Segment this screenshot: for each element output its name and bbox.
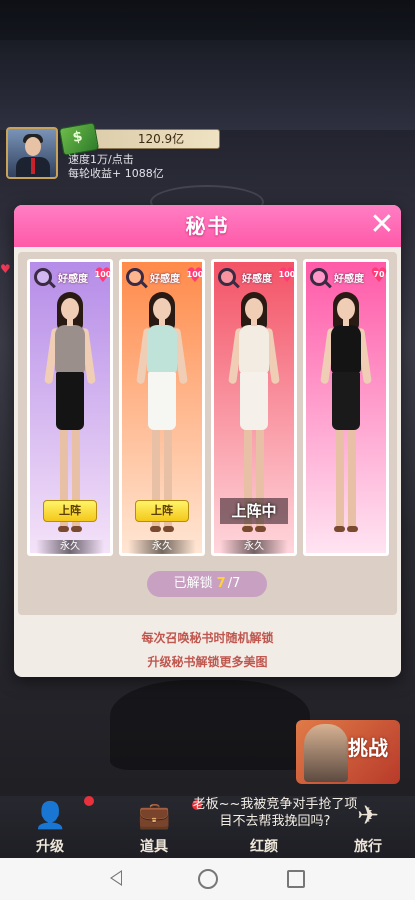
affinity-label: 好感度 (242, 274, 272, 285)
hint-upgrade-unlock: 升级秘书解锁更多美图 (147, 655, 268, 669)
money-bar: 120.9亿 (58, 122, 220, 156)
deploy-button[interactable]: 上阵 (135, 500, 189, 522)
secretary-portrait: 好感度 100 上阵中 永久 (214, 262, 296, 554)
briefcase-icon: 💼 (138, 801, 171, 831)
secretary-speech: 老板~~我被竞争对手抢了项目不去帮我挽回吗? (192, 797, 358, 829)
figure-head (61, 298, 79, 320)
figure-skirt (56, 372, 84, 430)
figure-shoe (58, 526, 69, 532)
figure-head (337, 298, 355, 320)
figure-head (245, 298, 263, 320)
magnify-icon[interactable] (34, 268, 52, 286)
magnify-icon[interactable] (218, 268, 236, 286)
figure-skirt (240, 372, 268, 430)
heart-icon: 70 (370, 263, 388, 287)
nav-label: 道具 (140, 839, 168, 855)
avatar-tie (31, 158, 35, 174)
figure-leg (336, 428, 344, 528)
affinity-value: 100 (94, 270, 112, 279)
rival-portrait (304, 724, 348, 782)
system-nav-bar (0, 858, 415, 900)
affinity-label: 好感度 (150, 274, 180, 285)
figure-shoe (334, 526, 345, 532)
figure-leg (348, 428, 356, 528)
heart-icon: 100 (94, 263, 112, 287)
affinity-value: 70 (373, 270, 385, 279)
figure-shoe (163, 526, 174, 532)
figure-top (55, 325, 85, 373)
secretary-portrait: 好感度 100 上阵 永久 (30, 262, 112, 554)
affinity-label: 好感度 (58, 274, 88, 285)
back-icon[interactable] (110, 870, 122, 886)
close-icon[interactable]: ✕ (366, 209, 398, 241)
upgrade-person-icon: 👤 (34, 801, 67, 831)
challenge-button[interactable]: 挑战 (296, 720, 400, 784)
figure-head (153, 298, 171, 320)
magnify-icon[interactable] (310, 268, 328, 286)
unlock-counter: 已解锁 7/7 (147, 571, 267, 597)
avatar-head (25, 137, 41, 156)
figure-shoe (150, 526, 161, 532)
duration-label: 永久 (220, 540, 288, 554)
secretary-portrait: 好感度 100 上阵 永久 (122, 262, 204, 554)
nav-label: 红颜 (250, 839, 278, 855)
secretary-card[interactable]: 好感度 100 上阵 永久 (27, 259, 113, 556)
duration-label: 永久 (36, 540, 104, 554)
affinity-value: 100 (186, 270, 204, 279)
unlock-total: /7 (227, 576, 241, 591)
hint-random-unlock: 每次召唤秘书时随机解锁 (141, 631, 274, 645)
secretary-card[interactable]: 好感度 100 上阵 永久 (119, 259, 205, 556)
duration-label: 永久 (128, 540, 196, 554)
money-value: 120.9亿 (137, 132, 185, 146)
figure-top (147, 325, 177, 373)
secretary-figure (306, 262, 386, 553)
modal-title: 秘书 (185, 214, 230, 238)
home-icon[interactable] (198, 869, 218, 889)
nav-label: 升级 (36, 839, 64, 855)
unlock-label: 已解锁 (173, 576, 213, 591)
figure-shoe (255, 526, 266, 532)
scene-floor (110, 680, 310, 770)
modal-header: 秘书 ✕ (14, 205, 401, 247)
figure-skirt (332, 372, 360, 430)
affinity-value: 100 (278, 270, 296, 279)
notification-dot (84, 796, 94, 806)
figure-shoe (347, 526, 358, 532)
secretary-card[interactable]: 好感度 70 (303, 259, 389, 556)
affinity-label: 好感度 (334, 274, 364, 285)
heart-icon: 100 (278, 263, 296, 287)
secretary-portrait: 好感度 70 (306, 262, 388, 553)
challenge-label: 挑战 (348, 736, 388, 760)
secretary-modal: 秘书 ✕ 好感度 ♥ 100 上阵 永久 好感度 ♥ 100 上阵 永久 好感度… (14, 205, 401, 677)
recent-apps-icon[interactable] (287, 870, 305, 888)
secretary-cards-panel: 好感度 100 上阵 永久 (18, 252, 397, 615)
player-avatar[interactable] (6, 127, 58, 179)
magnify-icon[interactable] (126, 268, 144, 286)
figure-top (239, 325, 269, 373)
nav-label: 旅行 (354, 839, 382, 855)
side-heart-icon: ♥ (0, 262, 11, 276)
figure-shoe (242, 526, 253, 532)
figure-top (331, 325, 361, 373)
unlock-current: 7 (216, 576, 226, 591)
deploy-button[interactable]: 上阵 (43, 500, 97, 522)
figure-skirt (148, 372, 176, 430)
figure-shoe (71, 526, 82, 532)
round-income: 每轮收益+ 1088亿 (68, 167, 164, 180)
nav-items[interactable]: 💼 道具 (114, 796, 194, 858)
secretary-card[interactable]: 好感度 100 上阵中 永久 (211, 259, 297, 556)
heart-icon: 100 (186, 263, 204, 287)
nav-upgrade[interactable]: 👤 升级 (10, 796, 90, 858)
deployed-status: 上阵中 (220, 498, 288, 524)
